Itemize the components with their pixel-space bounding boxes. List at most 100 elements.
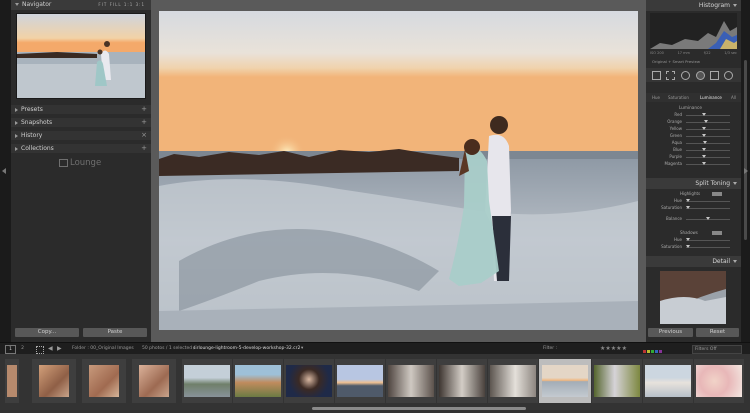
slider-track[interactable]	[686, 129, 730, 130]
slider-knob[interactable]	[702, 155, 706, 158]
filmstrip-cell-selected[interactable]	[539, 359, 591, 403]
zoom-options[interactable]: FIT FILL 1:1 3:1	[98, 0, 145, 10]
highlights-swatch[interactable]	[712, 192, 722, 196]
filmstrip-cell[interactable]	[182, 359, 232, 403]
slider-knob[interactable]	[702, 162, 706, 165]
grid-overlay-icon[interactable]	[652, 71, 661, 80]
detail-header[interactable]: Detail	[646, 256, 741, 267]
previous-button[interactable]: Previous	[648, 328, 693, 337]
snapshots-header[interactable]: Snapshots +	[11, 118, 151, 127]
reset-button[interactable]: Reset	[696, 328, 739, 337]
page-1-button[interactable]: 1	[5, 345, 16, 354]
slider-knob[interactable]	[702, 113, 706, 116]
add-preset-icon[interactable]: +	[141, 105, 147, 114]
add-collection-icon[interactable]: +	[141, 144, 147, 153]
slider-track[interactable]	[686, 150, 730, 151]
spot-removal-icon[interactable]	[681, 71, 690, 80]
slider-blue[interactable]: Blue	[646, 147, 741, 153]
radial-filter-icon[interactable]	[724, 71, 733, 80]
green-label-icon[interactable]	[651, 350, 654, 353]
filmstrip-cell[interactable]	[284, 359, 334, 403]
navigator-header[interactable]: Navigator FIT FILL 1:1 3:1	[11, 0, 151, 10]
filmstrip-cell[interactable]	[592, 359, 642, 403]
filmstrip-cell[interactable]	[694, 359, 744, 403]
slider-knob[interactable]	[704, 120, 708, 123]
histogram-header[interactable]: Histogram	[646, 0, 741, 11]
filmstrip-cell[interactable]	[82, 359, 126, 403]
zoom-fit[interactable]: FIT	[98, 2, 107, 7]
slider-aqua[interactable]: Aqua	[646, 140, 741, 146]
filmstrip-cell[interactable]	[386, 359, 436, 403]
tab-saturation[interactable]: Saturation	[668, 93, 689, 102]
filmstrip-scrollbar[interactable]	[312, 407, 526, 410]
slider-magenta[interactable]: Magenta	[646, 161, 741, 167]
slider-track[interactable]	[686, 115, 730, 116]
slider-track[interactable]	[686, 122, 730, 123]
slider-highlight-hue[interactable]: Hue	[646, 198, 741, 204]
tab-hue[interactable]: Hue	[652, 93, 660, 102]
filmstrip-cell[interactable]	[132, 359, 176, 403]
tab-all[interactable]: All	[731, 93, 736, 102]
red-label-icon[interactable]	[643, 350, 646, 353]
red-eye-icon[interactable]	[696, 71, 705, 80]
graduated-filter-icon[interactable]	[710, 71, 719, 80]
slider-track[interactable]	[686, 240, 730, 241]
slider-green[interactable]: Green	[646, 133, 741, 139]
slider-knob[interactable]	[686, 245, 690, 248]
slider-track[interactable]	[686, 164, 730, 165]
slider-knob[interactable]	[706, 217, 710, 220]
panel-scrollbar[interactable]	[744, 60, 747, 240]
slider-balance[interactable]: Balance	[646, 216, 741, 222]
slider-knob[interactable]	[702, 134, 706, 137]
star-icon[interactable]: ★	[622, 345, 627, 352]
slider-track[interactable]	[686, 201, 730, 202]
page-2-button[interactable]: 2	[18, 345, 27, 352]
slider-track[interactable]	[686, 157, 730, 158]
filmstrip-cell[interactable]	[488, 359, 538, 403]
yellow-label-icon[interactable]	[647, 350, 650, 353]
detail-preview[interactable]	[660, 271, 726, 324]
slider-knob[interactable]	[686, 238, 690, 241]
slider-shadow-hue[interactable]: Hue	[646, 237, 741, 243]
collapse-right-panel-icon[interactable]	[744, 168, 748, 174]
shadows-swatch[interactable]	[712, 231, 722, 235]
clear-history-icon[interactable]: ×	[141, 131, 147, 140]
slider-yellow[interactable]: Yellow	[646, 126, 741, 132]
split-toning-header[interactable]: Split Toning	[646, 178, 741, 189]
add-snapshot-icon[interactable]: +	[141, 118, 147, 127]
grid-view-icon[interactable]	[36, 346, 44, 354]
slider-highlight-saturation[interactable]: Saturation	[646, 205, 741, 211]
filmstrip-cell[interactable]	[437, 359, 487, 403]
slider-track[interactable]	[686, 208, 730, 209]
purple-label-icon[interactable]	[659, 350, 662, 353]
zoom-1-1[interactable]: 1:1	[124, 2, 133, 7]
collapse-left-panel-icon[interactable]	[2, 168, 6, 174]
tab-luminance[interactable]: Luminance	[700, 93, 722, 102]
filmstrip-cell[interactable]	[32, 359, 76, 403]
copy-button[interactable]: Copy...	[15, 328, 79, 337]
paste-button[interactable]: Paste	[83, 328, 147, 337]
presets-header[interactable]: Presets +	[11, 105, 151, 114]
slider-knob[interactable]	[703, 141, 707, 144]
slider-knob[interactable]	[686, 206, 690, 209]
slider-track[interactable]	[686, 247, 730, 248]
slider-purple[interactable]: Purple	[646, 154, 741, 160]
collections-header[interactable]: Collections +	[11, 144, 151, 153]
filmstrip-cell[interactable]	[233, 359, 283, 403]
slider-shadow-saturation[interactable]: Saturation	[646, 244, 741, 250]
filters-off-dropdown[interactable]: Filters Off	[692, 345, 742, 354]
zoom-3-1[interactable]: 3:1	[136, 2, 145, 7]
slider-orange[interactable]: Orange	[646, 119, 741, 125]
slider-track[interactable]	[686, 136, 730, 137]
slider-track[interactable]	[686, 143, 730, 144]
crop-overlay-icon[interactable]	[666, 71, 675, 80]
filmstrip-cell[interactable]	[643, 359, 693, 403]
histogram-graph[interactable]	[650, 13, 737, 49]
zoom-fill[interactable]: FILL	[110, 2, 122, 7]
history-header[interactable]: History ×	[11, 131, 151, 140]
filmstrip-cell[interactable]	[5, 359, 19, 403]
main-photo[interactable]	[159, 11, 638, 330]
navigator-preview[interactable]	[16, 13, 146, 99]
slider-knob[interactable]	[702, 148, 706, 151]
filmstrip-cell[interactable]	[335, 359, 385, 403]
